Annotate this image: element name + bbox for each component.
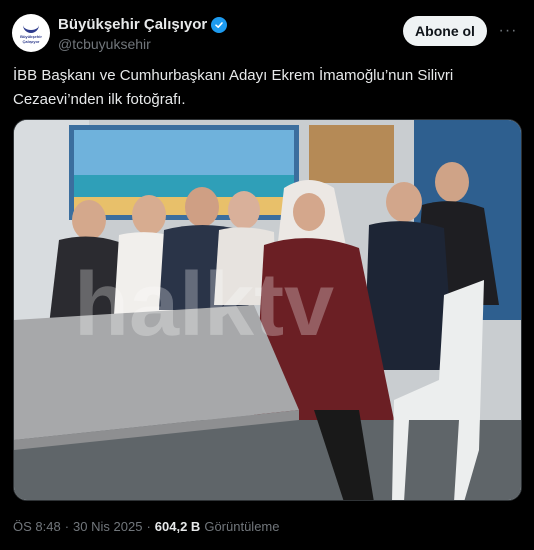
logo-icon [23, 23, 39, 33]
tweet-time[interactable]: ÖS 8:48 [13, 519, 61, 534]
handle[interactable]: @tcbuyuksehir [58, 36, 227, 52]
avatar-logo-text: Büyükşehir Çalışıyor [20, 33, 42, 44]
follow-button[interactable]: Abone ol [403, 16, 487, 46]
wall-painting [69, 125, 299, 220]
verified-badge-icon [211, 16, 228, 33]
cork-board [309, 125, 394, 183]
tweet-header: Büyükşehir Çalışıyor Büyükşehir Çalışıyo… [12, 14, 522, 54]
tweet-meta: ÖS 8:48 · 30 Nis 2025 · 604,2 B Görüntül… [13, 519, 279, 534]
views-count: 604,2 B [154, 519, 201, 534]
more-options-icon[interactable]: ··· [496, 20, 520, 42]
tweet-text: İBB Başkanı ve Cumhurbaşkanı Adayı Ekrem… [13, 67, 454, 108]
watermark: halktv [74, 255, 334, 355]
views-label: Görüntüleme [204, 519, 280, 534]
tweet-date[interactable]: 30 Nis 2025 [73, 519, 142, 534]
display-name[interactable]: Büyükşehir Çalışıyor [58, 16, 228, 33]
display-name-text[interactable]: Büyükşehir Çalışıyor [58, 16, 207, 33]
photo-illustration: halktv [14, 120, 521, 500]
meta-separator: · [146, 519, 151, 534]
tweet-photo[interactable]: halktv [13, 119, 522, 501]
author-info: Büyükşehir Çalışıyor @tcbuyuksehir [58, 16, 228, 52]
meta-separator: · [64, 519, 70, 534]
avatar[interactable]: Büyükşehir Çalışıyor [12, 14, 50, 52]
